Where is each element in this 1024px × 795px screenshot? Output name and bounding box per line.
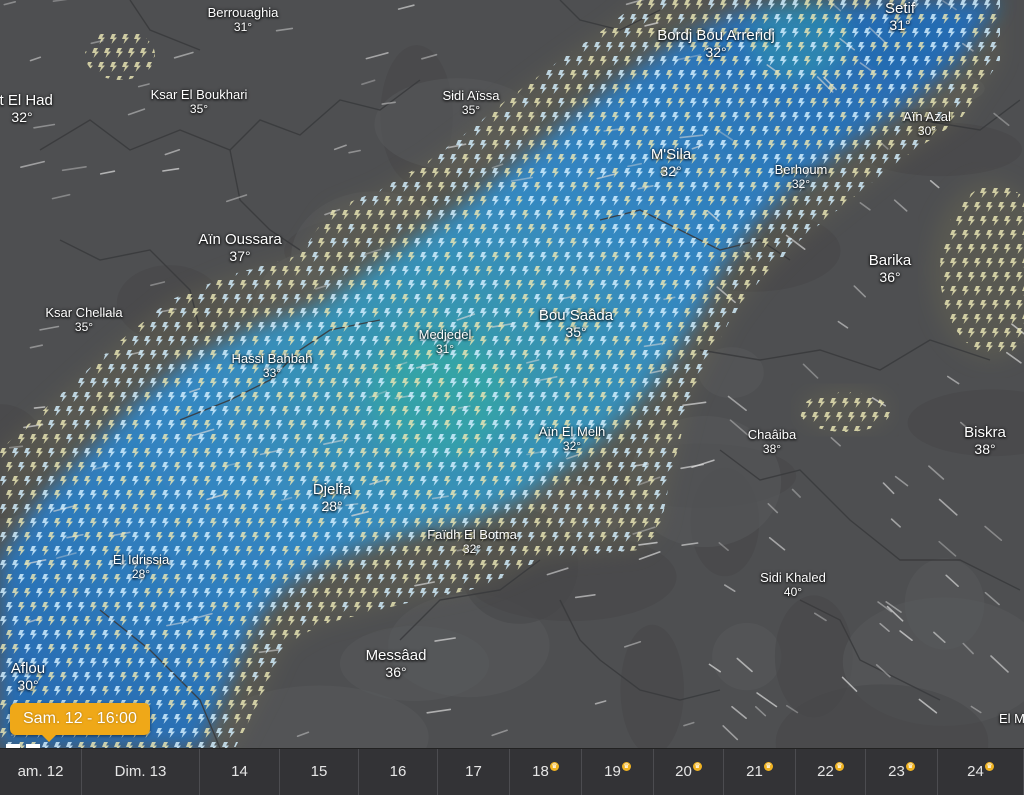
- wind-streak: [33, 406, 46, 409]
- terrain-patch: [712, 622, 782, 691]
- weather-map[interactable]: Berrouaghia 31° Bordj Bou Arreridj 32° Setif…: [0, 0, 1024, 748]
